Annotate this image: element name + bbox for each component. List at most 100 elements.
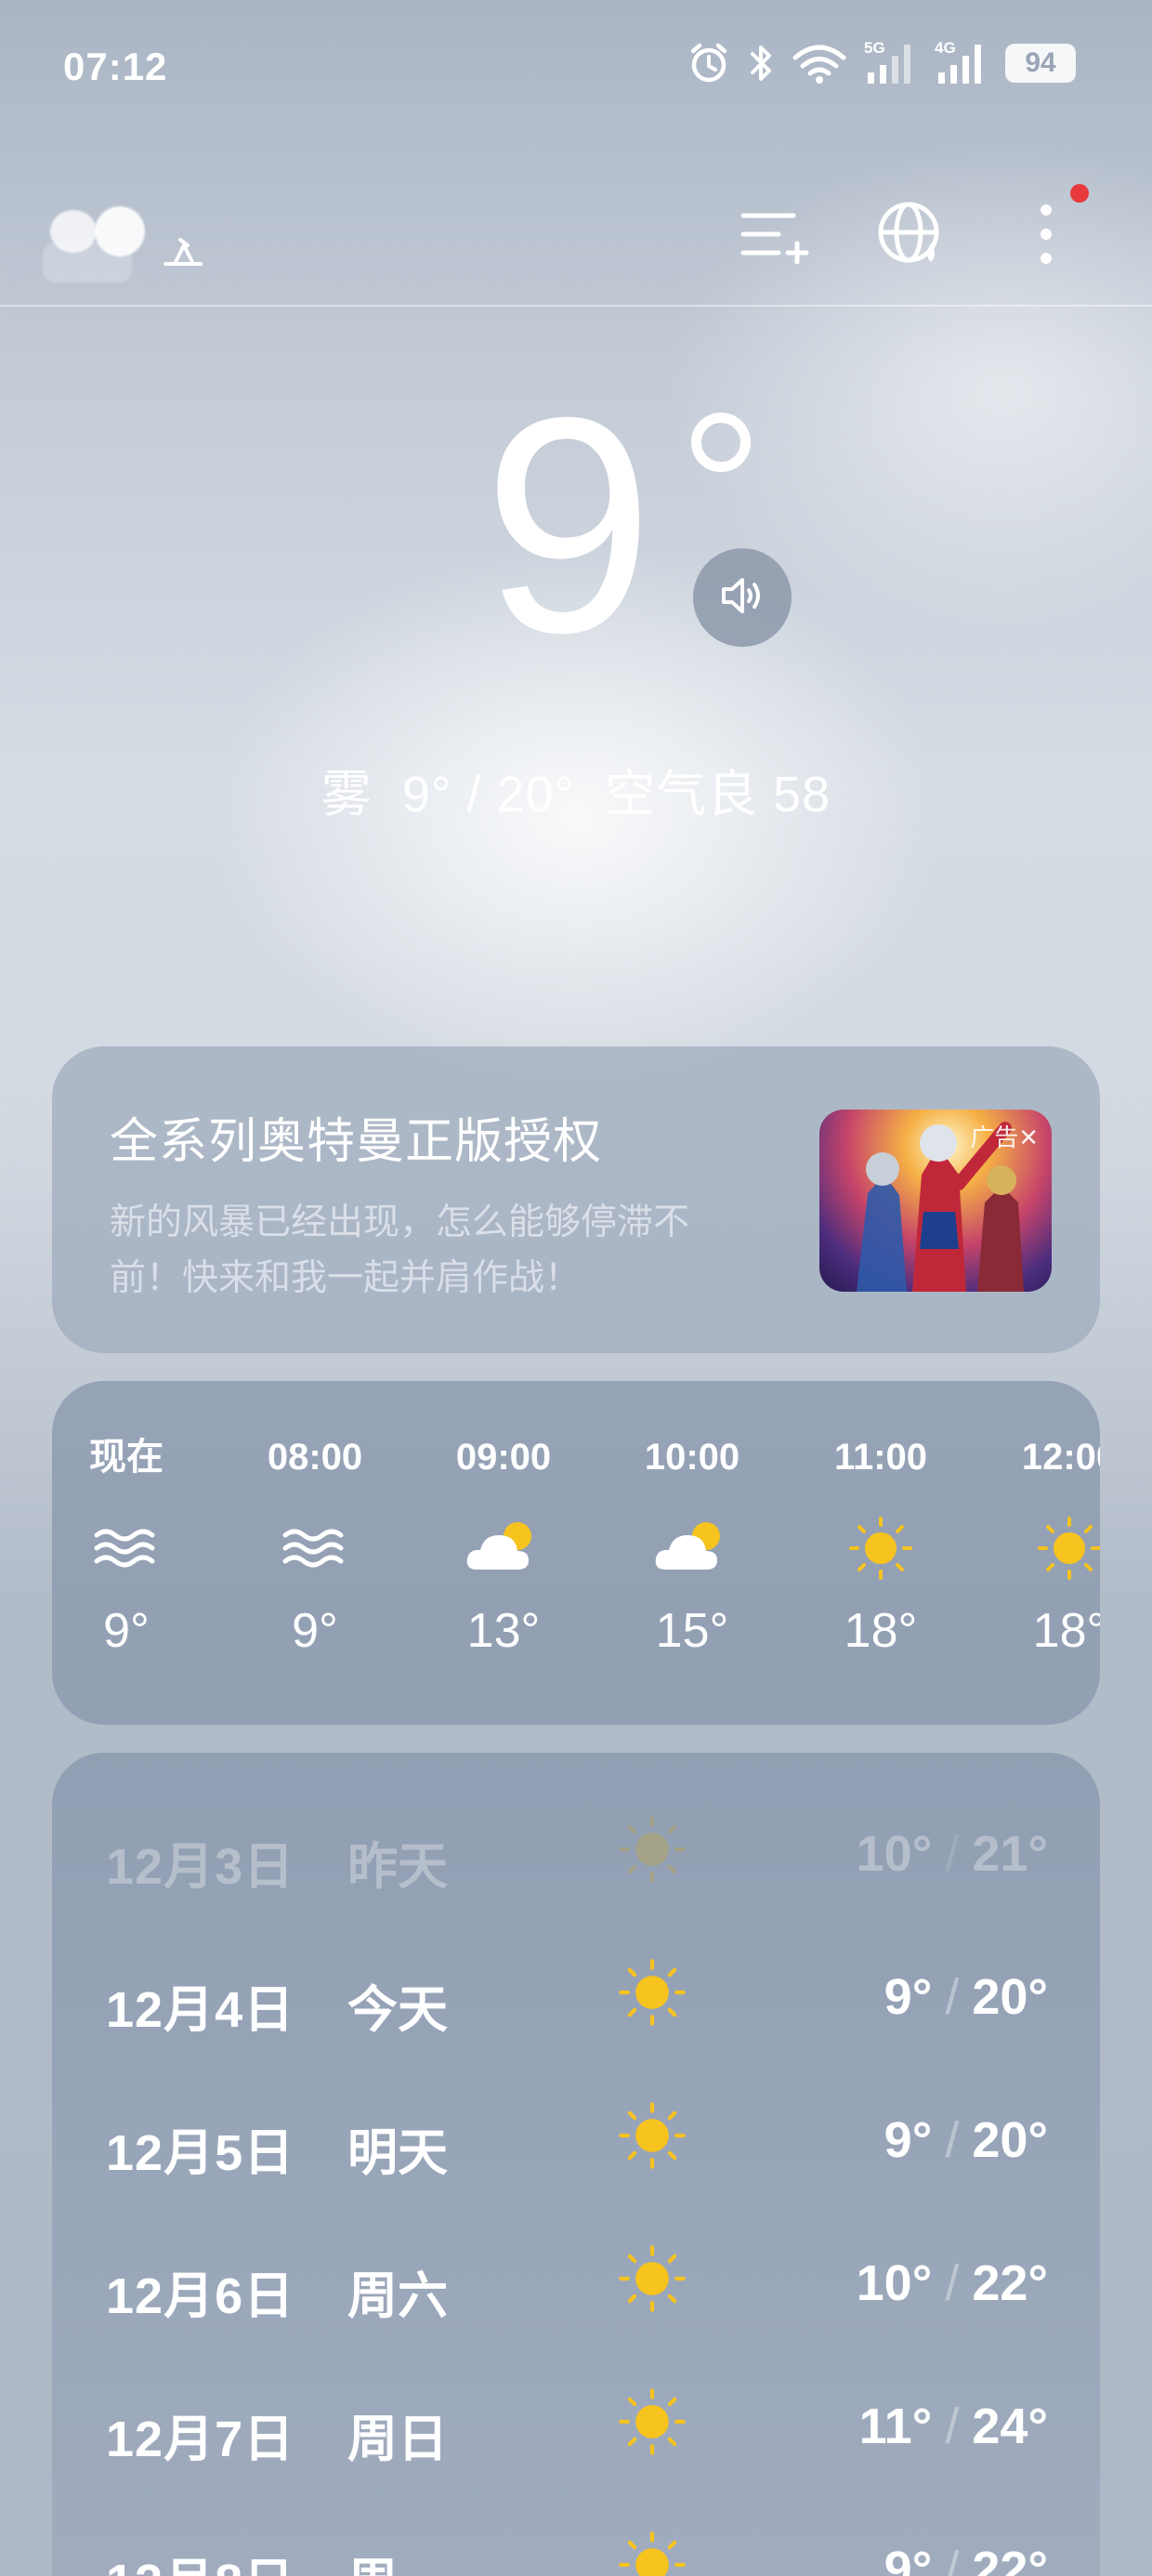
hour-time: 现在 xyxy=(89,1437,164,1478)
speaker-button[interactable] xyxy=(693,548,792,647)
day-low: 9° xyxy=(884,2112,933,2168)
sunny-icon xyxy=(613,2096,691,2175)
partly-cloudy-icon xyxy=(650,1516,734,1585)
range-separator: / xyxy=(945,2542,960,2576)
day-name: 周一 xyxy=(347,2541,448,2576)
day-name: 昨天 xyxy=(347,1839,448,1895)
day-high: 22° xyxy=(972,2542,1048,2576)
day-row[interactable]: 12月6日 周六 10°/22° xyxy=(52,2210,1100,2353)
battery-indicator: 94 xyxy=(1005,44,1076,83)
hour-item: 12:00 18° xyxy=(995,1431,1100,1663)
sunny-icon xyxy=(613,1953,691,2031)
day-name: 周日 xyxy=(347,2412,448,2467)
day-temp-range: 10°/21° xyxy=(857,1825,1048,1883)
day-row[interactable]: 12月7日 周日 11°/24° xyxy=(52,2353,1100,2496)
day-date: 12月5日 xyxy=(106,2125,295,2181)
hour-temperature: 9° xyxy=(103,1604,150,1658)
day-date: 12月3日 xyxy=(106,1839,295,1895)
day-temp-range: 10°/22° xyxy=(857,2254,1048,2312)
day-date: 12月4日 xyxy=(106,1982,295,2038)
day-temp-range: 9° / 22° xyxy=(884,2541,1048,2576)
more-icon[interactable] xyxy=(1009,197,1083,271)
range-separator: / xyxy=(945,1826,960,1882)
sunny-icon xyxy=(1032,1511,1100,1590)
day-high: 21° xyxy=(972,1826,1048,1882)
day-row[interactable]: 12月4日 今天 9°/20° xyxy=(52,1924,1100,2067)
day-date: 12月6日 xyxy=(106,2268,295,2324)
bluetooth-icon xyxy=(747,42,775,85)
day-date: 12月7日 xyxy=(106,2412,295,2467)
fog-icon xyxy=(278,1520,352,1581)
hourly-forecast-card[interactable]: 现在 9° 08:00 9° 09:00 13° 10:00 15° 11:00… xyxy=(52,1381,1100,1725)
hour-item: 11:00 18° xyxy=(806,1431,955,1663)
ad-close-badge[interactable]: 广告✕ xyxy=(970,1119,1039,1153)
day-name: 周六 xyxy=(347,2268,448,2324)
hour-temperature: 18° xyxy=(1032,1604,1100,1658)
hour-time: 08:00 xyxy=(267,1437,363,1478)
location-arrow-icon xyxy=(162,236,204,272)
status-time: 07:12 xyxy=(63,45,168,88)
sunny-icon xyxy=(613,2240,691,2318)
air-quality[interactable]: 空气良 58 xyxy=(605,767,831,822)
ad-image[interactable]: 广告✕ xyxy=(819,1110,1052,1292)
notification-dot xyxy=(1070,184,1089,203)
hour-item: 09:00 13° xyxy=(429,1431,578,1663)
signal-5g-icon: 5G xyxy=(864,39,918,85)
range-separator: / xyxy=(945,1969,960,2025)
today-range: 9° / 20° xyxy=(401,767,576,822)
hour-time: 10:00 xyxy=(644,1437,740,1478)
hour-time: 09:00 xyxy=(455,1437,552,1478)
current-condition: 雾 xyxy=(321,767,373,822)
speaker-icon xyxy=(714,568,770,628)
hour-time: 11:00 xyxy=(833,1437,928,1478)
day-high: 20° xyxy=(972,1969,1048,2025)
ad-title: 全系列奥特曼正版授权 xyxy=(110,1115,603,1169)
add-city-icon[interactable] xyxy=(736,197,810,271)
ad-description: 新的风暴已经出现，怎么能够停滞不前！快来和我一起并肩作战！ xyxy=(110,1203,690,1298)
hour-temperature: 18° xyxy=(844,1604,918,1658)
day-row[interactable]: 12月3日 昨天 10°/21° xyxy=(52,1781,1100,1924)
sunny-icon xyxy=(844,1511,918,1590)
hour-time: 12:00 xyxy=(1021,1437,1100,1478)
day-name: 明天 xyxy=(347,2125,448,2181)
location-name-blurred[interactable] xyxy=(37,186,203,325)
day-temp-range: 9°/20° xyxy=(884,2111,1048,2169)
hour-item: 10:00 15° xyxy=(618,1431,766,1663)
hour-item: 08:00 9° xyxy=(241,1431,389,1663)
day-date: 12月8日 xyxy=(106,2541,295,2576)
status-icons: 5G 4G 94 xyxy=(687,39,1076,87)
day-low: 9° xyxy=(884,2542,933,2576)
wifi-icon xyxy=(792,43,847,84)
range-separator: / xyxy=(945,2399,960,2454)
top-bar xyxy=(0,167,1152,307)
sunny-icon xyxy=(613,2383,691,2461)
day-low: 11° xyxy=(858,2399,933,2454)
day-high: 20° xyxy=(972,2112,1048,2168)
day-low: 9° xyxy=(884,1969,933,2025)
day-temp-range: 11°/24° xyxy=(859,2398,1048,2455)
range-separator: / xyxy=(945,2112,960,2168)
hour-temperature: 9° xyxy=(292,1604,338,1658)
day-row[interactable]: 12月8日 周一 9° / 22° xyxy=(52,2496,1100,2576)
signal-4g-icon: 4G xyxy=(935,39,988,85)
ad-card[interactable]: 全系列奥特曼正版授权 新的风暴已经出现，怎么能够停滞不前！快来和我一起并肩作战！… xyxy=(52,1046,1100,1353)
hour-temperature: 15° xyxy=(655,1604,729,1658)
globe-icon[interactable] xyxy=(873,197,948,271)
current-temperature: 9 xyxy=(483,353,654,696)
alarm-icon xyxy=(687,42,730,85)
day-temp-range: 9°/20° xyxy=(884,1968,1048,2026)
day-row[interactable]: 12月5日 明天 9°/20° xyxy=(52,2067,1100,2210)
sunny-icon xyxy=(613,1810,691,1888)
hour-item: 现在 9° xyxy=(52,1431,201,1663)
day-high: 24° xyxy=(972,2399,1048,2454)
status-bar: 07:12 5G 4G 94 xyxy=(0,0,1152,139)
partly-cloudy-icon xyxy=(462,1516,545,1585)
day-high: 22° xyxy=(972,2255,1048,2311)
daily-forecast-card[interactable]: 12月3日 昨天 10°/21° 12月4日 今天 9°/20° 12月5日 明… xyxy=(52,1753,1100,2576)
day-low: 10° xyxy=(856,1826,933,1882)
sunny-icon xyxy=(613,2526,691,2576)
hour-temperature: 13° xyxy=(466,1604,541,1658)
weather-summary[interactable]: 雾 9° / 20° 空气良 58 xyxy=(0,753,1152,826)
degree-symbol xyxy=(691,413,751,472)
fog-icon xyxy=(89,1520,164,1581)
